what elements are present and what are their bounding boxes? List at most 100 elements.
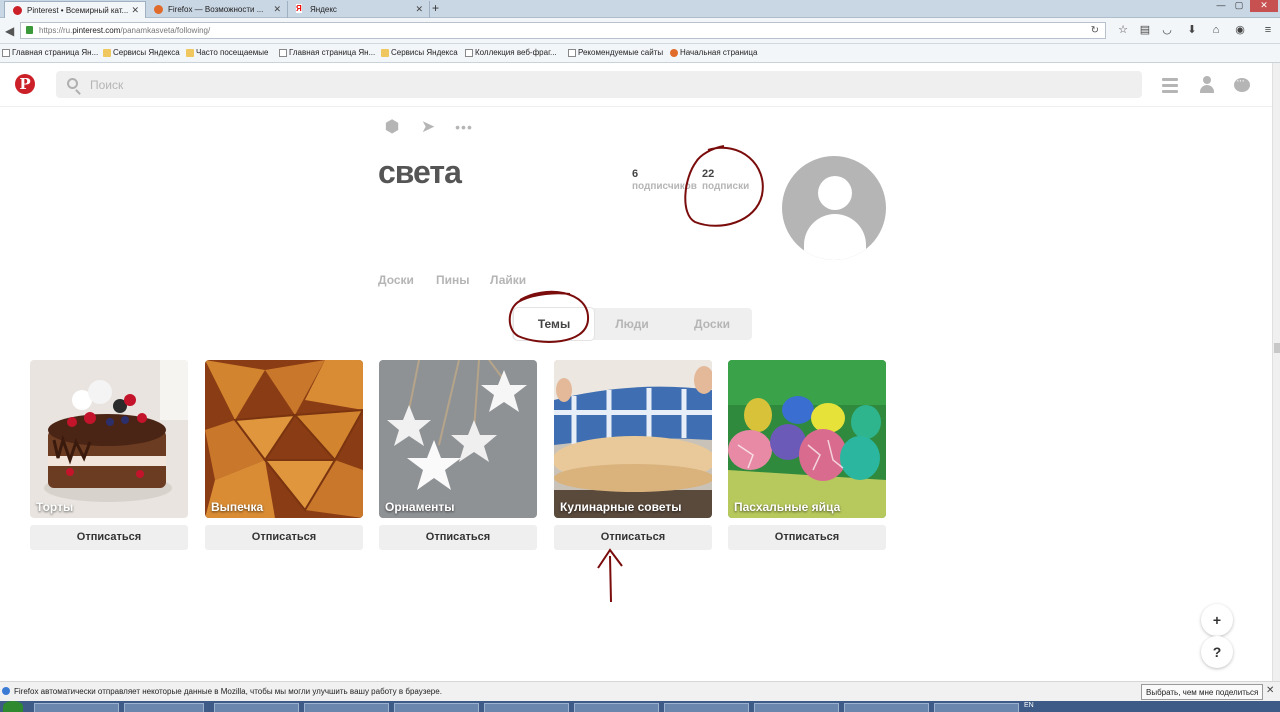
bookmark-item[interactable]: Сервисы Яндекса bbox=[381, 48, 458, 57]
avatar bbox=[782, 156, 886, 260]
taskbar-item[interactable] bbox=[124, 703, 204, 712]
windows-taskbar: EN bbox=[0, 701, 1280, 712]
pocket-icon[interactable]: ◡ bbox=[1161, 24, 1173, 36]
tab-close-icon[interactable]: ✕ bbox=[131, 5, 139, 16]
following-label[interactable]: подписки bbox=[702, 181, 749, 192]
chat-bubble-icon[interactable]: ◉ bbox=[1234, 24, 1246, 36]
minimize-window-icon[interactable]: — bbox=[1212, 0, 1230, 12]
home-icon[interactable]: ⌂ bbox=[1210, 24, 1222, 36]
taskbar-item[interactable] bbox=[934, 703, 1019, 712]
segment-people[interactable]: Люди bbox=[592, 308, 672, 340]
maximize-window-icon[interactable]: ▢ bbox=[1230, 0, 1248, 12]
topic-image-ornaments[interactable]: Орнаменты bbox=[379, 360, 537, 518]
topic-image-pastry[interactable]: Выпечка bbox=[205, 360, 363, 518]
tab-boards[interactable]: Доски bbox=[378, 273, 414, 287]
segment-boards[interactable]: Доски bbox=[672, 308, 752, 340]
tab-likes[interactable]: Лайки bbox=[490, 273, 526, 287]
bookmark-item[interactable]: Сервисы Яндекса bbox=[103, 48, 180, 57]
firefox-icon bbox=[670, 49, 678, 57]
annotation-arrow-icon bbox=[597, 548, 623, 603]
bookmark-label: Коллекция веб-фраг... bbox=[475, 48, 557, 57]
categories-menu-icon[interactable] bbox=[1162, 78, 1180, 96]
bookmark-label: Главная страница Ян... bbox=[12, 48, 99, 57]
taskbar-item[interactable] bbox=[304, 703, 389, 712]
taskbar-item[interactable] bbox=[754, 703, 839, 712]
reload-icon[interactable]: ↻ bbox=[1091, 25, 1099, 36]
following-count[interactable]: 22 bbox=[702, 168, 714, 180]
add-pin-button[interactable]: + bbox=[1201, 604, 1233, 636]
bookmark-item[interactable]: Коллекция веб-фраг... bbox=[465, 48, 557, 57]
close-icon[interactable]: ✕ bbox=[1266, 685, 1274, 696]
notification-text: Firefox автоматически отправляет некотор… bbox=[14, 687, 442, 696]
reading-list-icon[interactable]: ▤ bbox=[1139, 24, 1151, 36]
unfollow-button[interactable]: Отписаться bbox=[30, 525, 188, 550]
settings-gear-icon[interactable]: ⬢ bbox=[382, 117, 402, 137]
bookmark-label: Сервисы Яндекса bbox=[113, 48, 180, 57]
topic-title: Торты bbox=[36, 500, 74, 514]
bookmark-item[interactable]: Главная страница Ян... bbox=[2, 48, 98, 57]
help-button[interactable]: ? bbox=[1201, 636, 1233, 668]
topic-title: Кулинарные советы bbox=[560, 500, 682, 514]
search-icon bbox=[67, 78, 78, 89]
download-arrow-icon[interactable]: ⬇ bbox=[1186, 24, 1198, 36]
language-indicator[interactable]: EN bbox=[1024, 702, 1034, 709]
browser-tab-pinterest[interactable]: Pinterest • Всемирный кат... ✕ bbox=[4, 1, 146, 18]
bookmark-item[interactable]: Главная страница Ян... bbox=[279, 48, 375, 57]
pastry-illustration bbox=[205, 360, 363, 518]
new-tab-button[interactable]: + bbox=[432, 1, 439, 15]
bookmark-item[interactable]: Начальная страница bbox=[670, 48, 757, 57]
followers-label[interactable]: подписчиков bbox=[632, 181, 697, 192]
topic-image-cake[interactable]: Торты bbox=[30, 360, 188, 518]
topic-card: Пасхальные яйца Отписаться bbox=[728, 360, 886, 550]
search-input[interactable]: Поиск bbox=[56, 71, 1142, 98]
messages-icon[interactable] bbox=[1234, 75, 1252, 96]
tab-title: Firefox — Возможности ... bbox=[168, 5, 264, 14]
url-host: pinterest.com bbox=[72, 26, 121, 35]
topic-title: Орнаменты bbox=[385, 500, 455, 514]
choose-what-to-share-button[interactable]: Выбрать, чем мне поделиться bbox=[1141, 684, 1264, 700]
browser-tab-firefox[interactable]: Firefox — Возможности ... ✕ bbox=[146, 1, 288, 18]
unfollow-button[interactable]: Отписаться bbox=[728, 525, 886, 550]
bookmarks-bar: Главная страница Ян... Сервисы Яндекса Ч… bbox=[0, 44, 1280, 63]
bookmark-star-icon[interactable]: ☆ bbox=[1117, 24, 1129, 36]
taskbar-item[interactable] bbox=[844, 703, 929, 712]
profile-icon[interactable] bbox=[1198, 76, 1216, 94]
close-window-icon[interactable]: ✕ bbox=[1250, 0, 1278, 12]
unfollow-button[interactable]: Отписаться bbox=[379, 525, 537, 550]
topic-image-easter-eggs[interactable]: Пасхальные яйца bbox=[728, 360, 886, 518]
page-scrollbar[interactable] bbox=[1272, 63, 1280, 681]
more-options-icon[interactable]: ••• bbox=[454, 117, 474, 137]
tab-close-icon[interactable]: ✕ bbox=[415, 4, 423, 15]
bookmark-item[interactable]: Часто посещаемые bbox=[186, 48, 268, 57]
tab-pins[interactable]: Пины bbox=[436, 273, 470, 287]
taskbar-item[interactable] bbox=[214, 703, 299, 712]
followers-count[interactable]: 6 bbox=[632, 168, 638, 180]
topic-image-culinary-tips[interactable]: Кулинарные советы bbox=[554, 360, 712, 518]
taskbar-item[interactable] bbox=[394, 703, 479, 712]
unfollow-button[interactable]: Отписаться bbox=[554, 525, 712, 550]
bookmark-label: Рекомендуемые сайты bbox=[578, 48, 664, 57]
taskbar-item[interactable] bbox=[574, 703, 659, 712]
address-bar[interactable]: https://ru.pinterest.com/panamkasveta/fo… bbox=[20, 22, 1106, 39]
start-button[interactable] bbox=[3, 701, 23, 712]
bookmark-label: Часто посещаемые bbox=[196, 48, 269, 57]
page-icon bbox=[568, 49, 576, 57]
page-icon bbox=[465, 49, 473, 57]
tab-close-icon[interactable]: ✕ bbox=[273, 4, 281, 15]
firefox-notification-bar: Firefox автоматически отправляет некотор… bbox=[0, 681, 1280, 701]
browser-tab-yandex[interactable]: Я Яндекс ✕ bbox=[288, 1, 430, 18]
taskbar-item[interactable] bbox=[484, 703, 569, 712]
cake-illustration bbox=[30, 360, 188, 518]
unfollow-button[interactable]: Отписаться bbox=[205, 525, 363, 550]
tab-title: Pinterest • Всемирный кат... bbox=[27, 6, 129, 15]
send-profile-icon[interactable]: ➤ bbox=[418, 117, 438, 137]
pinterest-logo[interactable]: P bbox=[15, 74, 35, 94]
segment-topics[interactable]: Темы bbox=[514, 308, 594, 340]
back-arrow-icon[interactable]: ◀ bbox=[5, 24, 14, 38]
ornaments-illustration bbox=[379, 360, 537, 518]
hamburger-menu-icon[interactable]: ≡ bbox=[1262, 24, 1274, 36]
bookmark-item[interactable]: Рекомендуемые сайты bbox=[568, 48, 663, 57]
taskbar-item[interactable] bbox=[34, 703, 119, 712]
taskbar-item[interactable] bbox=[664, 703, 749, 712]
page-icon bbox=[279, 49, 287, 57]
